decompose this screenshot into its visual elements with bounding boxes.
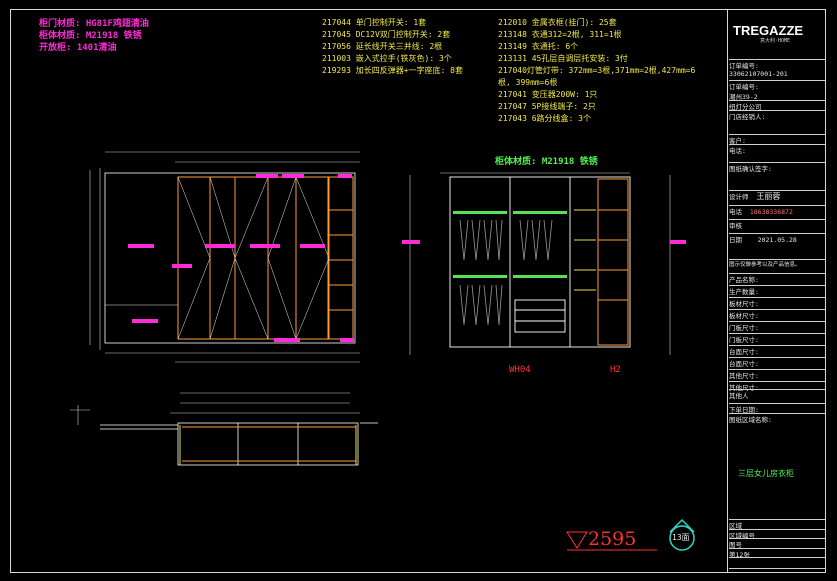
label-wh04: WH04 — [509, 365, 531, 375]
interior-elevation — [402, 172, 686, 355]
bottom-number: 2595 — [588, 528, 637, 550]
spec-item: 213148 衣通312=2根, 311=1根 — [498, 30, 622, 39]
note-door-material: 柜门材质: HG81F鸡翅清油 — [39, 19, 149, 29]
title-row: 图纸确认签字: — [729, 162, 825, 191]
spec-item: 211003 嵌入式拉手(铁灰色): 3个 — [322, 54, 452, 63]
front-elevation — [89, 151, 360, 363]
title-row: 图纸区域名称: — [729, 413, 825, 424]
note-body-material: 柜体材质: M21918 铁锈 — [39, 31, 142, 41]
title-row: 订单编号: 33062107001-201 — [729, 59, 825, 81]
title-row: 电话: — [729, 144, 825, 163]
spec-item: 217041 变压器200W: 1只 — [498, 90, 598, 99]
title-row: 订单编号: 潮州39-2 — [729, 80, 825, 101]
title-row — [729, 557, 825, 569]
title-row: 审核 — [729, 219, 825, 234]
drawing-name: 三层女儿房衣柜 — [738, 469, 794, 478]
title-row: 电话 18638336872 — [729, 205, 825, 220]
spec-item: 217056 延长线开关三并线: 2根 — [322, 42, 443, 51]
note-open-cabinet: 开放柜: 1401清油 — [39, 43, 117, 53]
spec-item: 219293 加长四反弹器+一字座底: 8套 — [322, 66, 463, 75]
view-badge-label: 13面 — [672, 533, 690, 542]
spec-item: 217044 单门控制开关: 1套 — [322, 18, 427, 27]
spec-item: 根, 399mm=6根 — [498, 78, 558, 87]
label-h2: H2 — [610, 365, 621, 375]
title-row: 设计师 王丽蓉 — [729, 190, 825, 206]
title-row: 其他人 — [729, 389, 825, 404]
title-row: 图示仅做参考以及产品信息。 — [729, 259, 825, 274]
plan-view — [70, 392, 378, 466]
spec-item: 217047 5P接线端子: 2只 — [498, 102, 596, 111]
spec-item: 213149 衣通托: 6个 — [498, 42, 579, 51]
spec-item: 212010 金属衣框(挂门): 25套 — [498, 18, 617, 27]
title-block-divider — [727, 9, 728, 572]
brand-logo-sub: 意大利·HOME — [760, 38, 791, 44]
spec-item: 217043 6路分线盒: 3个 — [498, 114, 591, 123]
spec-item: 217045 DC12V双门控制开关: 2套 — [322, 30, 451, 39]
spec-item: 217040灯管灯带: 372mm=3根,371mm=2根,427mm=6 — [498, 66, 696, 75]
title-row: 门店经销人: — [729, 110, 825, 135]
spec-item: 213131 45孔层自调层托安装: 3付 — [498, 54, 628, 63]
title-row: 日期 2021.05.28 — [729, 233, 825, 260]
brand-logo: TREGAZZE — [733, 23, 804, 38]
